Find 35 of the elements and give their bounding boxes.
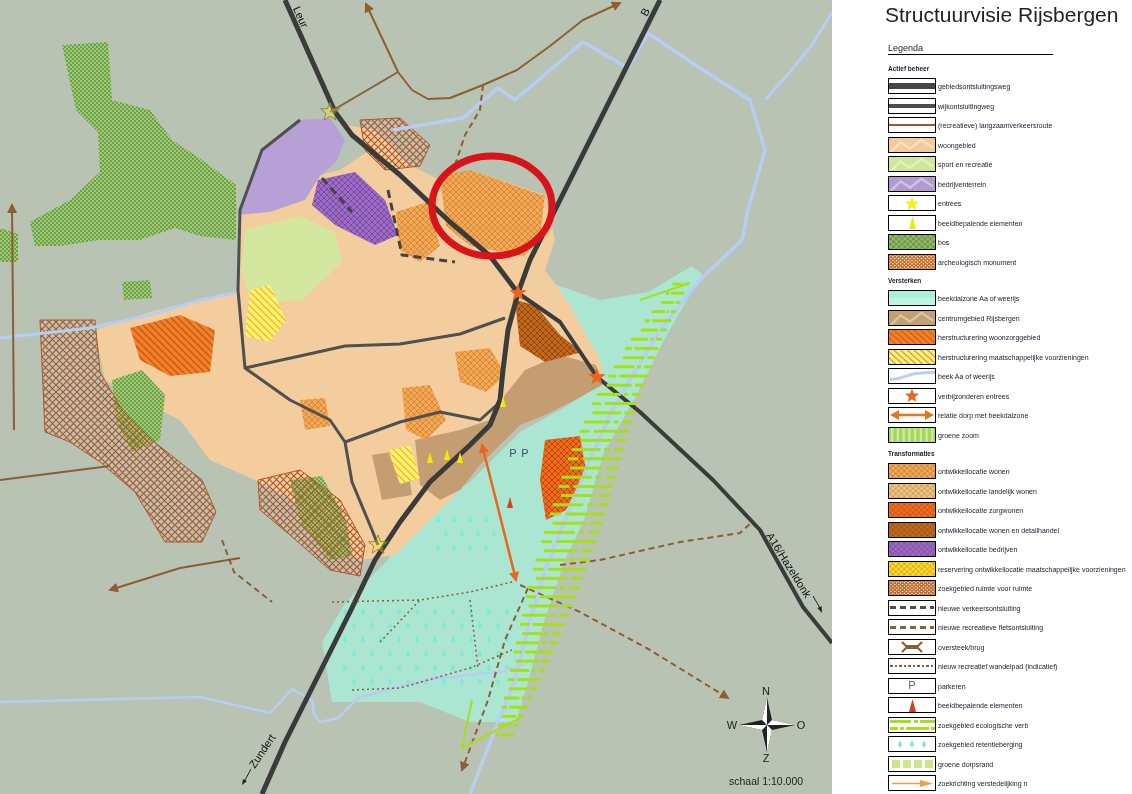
- scale-label: schaal 1:10.000: [729, 775, 804, 787]
- compass-label: N: [762, 685, 770, 697]
- facilities-redevelopment-area: [388, 446, 420, 484]
- cone-icon: [457, 452, 463, 463]
- compass-rose-icon: [739, 698, 795, 752]
- road-label: B: [638, 5, 652, 19]
- cone-icon: [507, 497, 513, 508]
- parking-letter: P: [521, 447, 529, 459]
- archaeological-monument-area: [359, 117, 431, 171]
- arrow-icon: [240, 768, 253, 786]
- housing-development-area: [455, 348, 506, 392]
- legend-title: Structuurvisie Rijsbergen: [885, 3, 1120, 27]
- new-cycle-route: [221, 539, 273, 603]
- facilities-redevelopment-area: [245, 285, 286, 342]
- entrance-star-icon: [320, 101, 340, 121]
- compass-label: O: [796, 719, 806, 731]
- legend-heading: Legenda: [888, 43, 925, 54]
- cone-icon: [500, 396, 506, 407]
- compass-label: W: [726, 719, 738, 731]
- housing-development-area: [300, 398, 330, 430]
- zone-edge-line: [461, 699, 521, 749]
- road-label: Leur: [291, 4, 311, 30]
- star-icon: [509, 284, 527, 301]
- compass-label: Z: [762, 752, 770, 764]
- new-road-line: [320, 177, 354, 213]
- housing-development-area: [402, 385, 446, 440]
- star-icon: [588, 368, 606, 385]
- cone-icon: [444, 449, 450, 460]
- zone-edge-line: [639, 282, 691, 301]
- cone-icon: [427, 452, 433, 463]
- entrance-star-icon: [368, 534, 388, 554]
- arrow-icon: [811, 595, 824, 614]
- letter-symbol: P: [908, 680, 916, 691]
- forest-area: [122, 280, 152, 300]
- parking-letter: P: [509, 447, 517, 459]
